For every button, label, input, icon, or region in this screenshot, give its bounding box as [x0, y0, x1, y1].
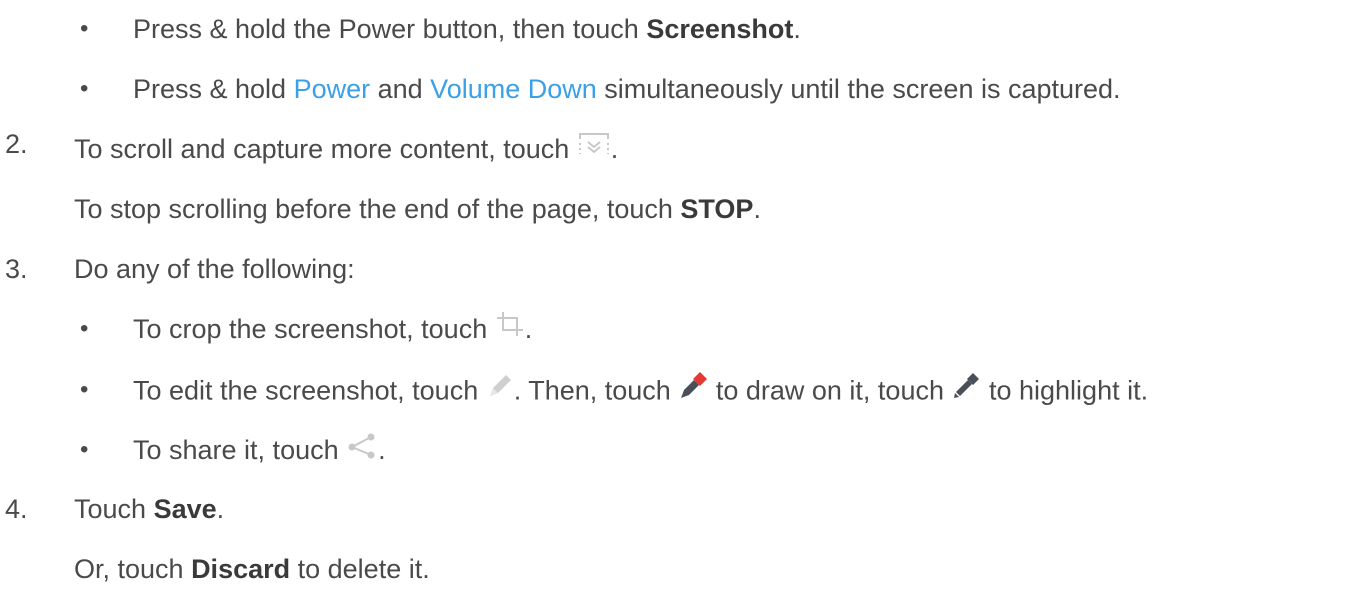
pencil-icon — [486, 372, 514, 407]
step3-bullet-edit: To edit the screenshot, touch . Then, to… — [133, 371, 1149, 411]
text: to delete it. — [290, 554, 430, 584]
step1-bullet-a: Press & hold the Power button, then touc… — [133, 13, 801, 45]
step3-bullet-share: To share it, touch . — [133, 431, 386, 469]
text: and — [370, 74, 431, 104]
text: . — [378, 435, 386, 465]
step-number: 2. — [5, 129, 28, 159]
step-number: 4. — [5, 494, 28, 524]
text: To edit the screenshot, touch — [133, 375, 486, 406]
text: . — [753, 194, 761, 224]
text: to highlight it. — [981, 375, 1149, 406]
screenshot-label: Screenshot — [646, 14, 794, 44]
text: Press & hold — [133, 74, 294, 104]
text: . — [524, 314, 533, 344]
crop-icon — [495, 310, 525, 345]
bullet: • — [80, 15, 89, 42]
discard-label: Discard — [191, 554, 291, 584]
red-pen-icon — [678, 371, 708, 408]
text: Or, touch — [74, 554, 192, 584]
text: to draw on it, touch — [708, 375, 952, 406]
text: To share it, touch — [133, 435, 347, 465]
volume-down-link[interactable]: Volume Down — [430, 74, 597, 104]
step4-line-2: Or, touch Discard to delete it. — [74, 553, 430, 585]
step3-text: Do any of the following: — [74, 253, 355, 285]
step2-line-1: To scroll and capture more content, touc… — [74, 133, 618, 167]
stop-label: STOP — [680, 194, 754, 224]
text: Do any of the following: — [74, 254, 355, 284]
text: . — [216, 494, 225, 524]
text: . Then, touch — [513, 375, 679, 406]
text: simultaneously until the screen is captu… — [596, 74, 1121, 104]
bullet: • — [80, 315, 89, 342]
bullet: • — [80, 75, 89, 102]
share-icon — [346, 431, 378, 466]
text: Press & hold the Power button, then touc… — [133, 14, 647, 44]
step2-line-2: To stop scrolling before the end of the … — [74, 193, 761, 225]
step-number: 3. — [5, 254, 28, 284]
scroll-capture-icon — [577, 131, 611, 164]
step1-bullet-b: Press & hold Power and Volume Down simul… — [133, 73, 1121, 105]
bullet: • — [80, 376, 89, 403]
bullet: • — [80, 436, 89, 463]
text: To scroll and capture more content, touc… — [74, 134, 577, 164]
text: . — [610, 134, 619, 164]
highlighter-icon — [951, 371, 981, 408]
text: Touch — [74, 494, 154, 524]
text: . — [793, 14, 801, 44]
save-label: Save — [153, 494, 217, 524]
power-link[interactable]: Power — [294, 74, 371, 104]
text: To stop scrolling before the end of the … — [74, 194, 681, 224]
step4-line-1: Touch Save. — [74, 493, 224, 525]
step3-bullet-crop: To crop the screenshot, touch . — [133, 310, 533, 348]
text: To crop the screenshot, touch — [133, 314, 495, 344]
